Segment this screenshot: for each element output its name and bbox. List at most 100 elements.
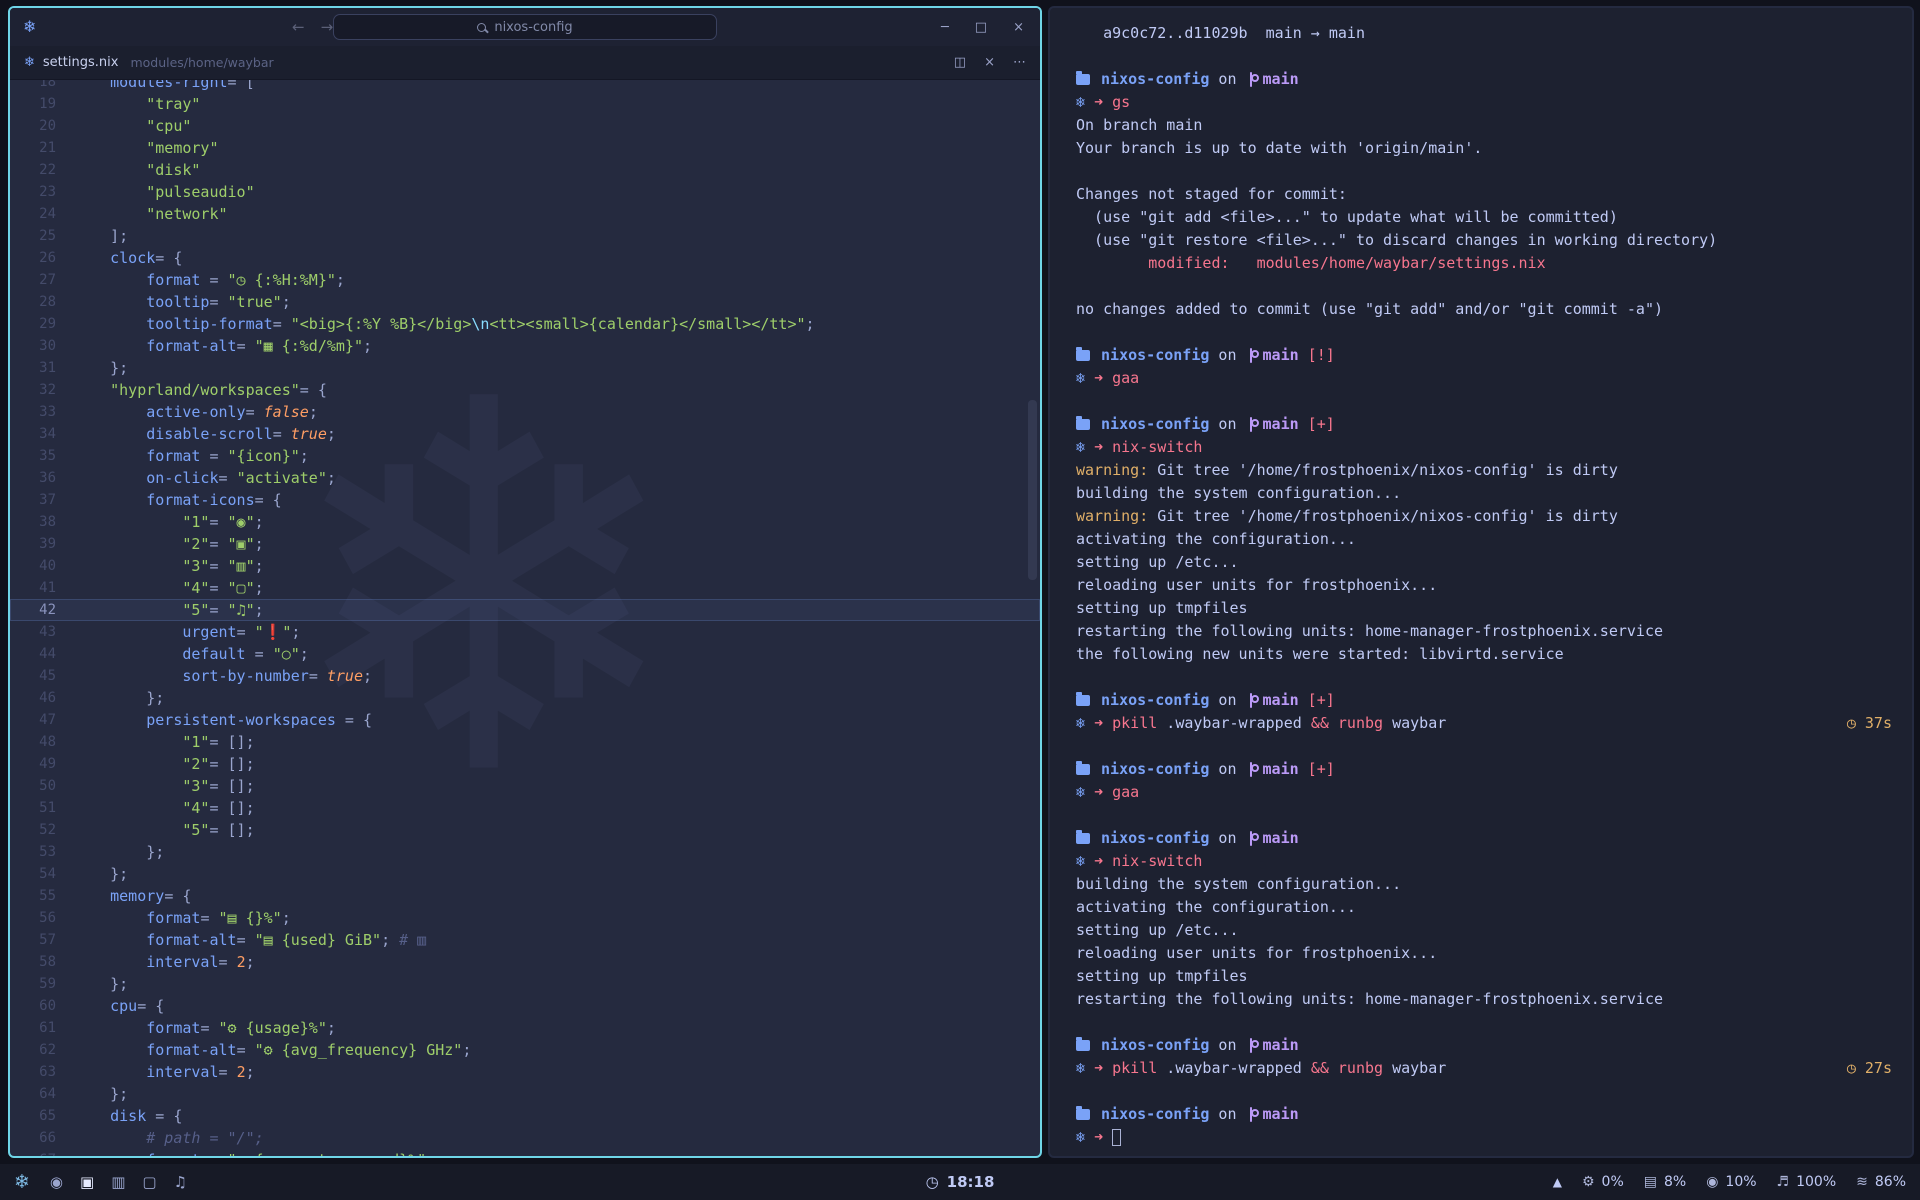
editor-scrollbar[interactable] bbox=[1028, 400, 1037, 580]
cpu-value: 0% bbox=[1602, 1174, 1624, 1190]
terminal-line: a9c0c72..d11029b main → main bbox=[1076, 22, 1912, 45]
disk-module[interactable]: ◉10% bbox=[1706, 1174, 1756, 1190]
terminal-line: nixos-config on main bbox=[1076, 1034, 1912, 1057]
code-line[interactable]: 55 memory= { bbox=[10, 885, 1040, 907]
code-line[interactable]: 40 "3"= "▥"; bbox=[10, 555, 1040, 577]
code-line[interactable]: 59 }; bbox=[10, 973, 1040, 995]
terminal-line bbox=[1076, 666, 1912, 689]
code-line[interactable]: 18 modules-right= [ bbox=[10, 80, 1040, 93]
code-editor[interactable]: ❄ 18 modules-right= [19 "tray"20 "cpu"21… bbox=[10, 80, 1040, 1156]
code-line[interactable]: 26 clock= { bbox=[10, 247, 1040, 269]
code-line[interactable]: 41 "4"= "▢"; bbox=[10, 577, 1040, 599]
workspace-button-5[interactable]: ♫ bbox=[174, 1173, 187, 1191]
clock-module[interactable]: ◷ 18:18 bbox=[926, 1173, 995, 1191]
line-number: 41 bbox=[10, 577, 56, 599]
nixos-menu-icon[interactable]: ❄ bbox=[14, 1171, 30, 1193]
code-line[interactable]: 49 "2"= []; bbox=[10, 753, 1040, 775]
code-line[interactable]: 67 format = "◉ {percentage_used}%"; bbox=[10, 1149, 1040, 1156]
code-line[interactable]: 29 tooltip-format= "<big>{:%Y %B}</big>\… bbox=[10, 313, 1040, 335]
code-line[interactable]: 60 cpu= { bbox=[10, 995, 1040, 1017]
code-line[interactable]: 56 format= "▤ {}%"; bbox=[10, 907, 1040, 929]
back-button[interactable]: ← bbox=[292, 18, 305, 36]
code-line[interactable]: 47 persistent-workspaces = { bbox=[10, 709, 1040, 731]
workspace-button-3[interactable]: ▥ bbox=[111, 1173, 125, 1191]
code-line[interactable]: 28 tooltip= "true"; bbox=[10, 291, 1040, 313]
line-number: 20 bbox=[10, 115, 56, 137]
code-line[interactable]: 65 disk = { bbox=[10, 1105, 1040, 1127]
code-line[interactable]: 46 }; bbox=[10, 687, 1040, 709]
terminal-window[interactable]: a9c0c72..d11029b main → main nixos-confi… bbox=[1048, 6, 1914, 1158]
close-button[interactable]: × bbox=[1013, 20, 1024, 35]
code-line[interactable]: 24 "network" bbox=[10, 203, 1040, 225]
code-line[interactable]: 42 "5"= "♫"; bbox=[10, 599, 1040, 621]
memory-module[interactable]: ▤8% bbox=[1644, 1174, 1686, 1190]
code-line[interactable]: 44 default = "○"; bbox=[10, 643, 1040, 665]
close-tab-button[interactable]: × bbox=[984, 55, 995, 70]
code-line[interactable]: 54 }; bbox=[10, 863, 1040, 885]
terminal-line: ❄ ➜ gs bbox=[1076, 91, 1912, 114]
code-line[interactable]: 57 format-alt= "▤ {used} GiB"; # ▥ bbox=[10, 929, 1040, 951]
code-line[interactable]: 66 # path = "/"; bbox=[10, 1127, 1040, 1149]
terminal-line: nixos-config on main [+] bbox=[1076, 758, 1912, 781]
maximize-button[interactable]: □ bbox=[975, 20, 987, 35]
workspace-button-4[interactable]: ▢ bbox=[142, 1173, 156, 1191]
code-line[interactable]: 23 "pulseaudio" bbox=[10, 181, 1040, 203]
code-line[interactable]: 62 format-alt= "⚙ {avg_frequency} GHz"; bbox=[10, 1039, 1040, 1061]
line-number: 40 bbox=[10, 555, 56, 577]
terminal-line bbox=[1076, 160, 1912, 183]
code-line[interactable]: 19 "tray" bbox=[10, 93, 1040, 115]
code-line[interactable]: 35 format = "{icon}"; bbox=[10, 445, 1040, 467]
line-number: 54 bbox=[10, 863, 56, 885]
tab-settings-nix[interactable]: ❄ settings.nix modules/home/waybar bbox=[24, 55, 274, 70]
code-line[interactable]: 36 on-click= "activate"; bbox=[10, 467, 1040, 489]
line-number: 38 bbox=[10, 511, 56, 533]
network-module[interactable]: ≋86% bbox=[1856, 1174, 1906, 1190]
line-number: 67 bbox=[10, 1149, 56, 1156]
code-line[interactable]: 33 active-only= false; bbox=[10, 401, 1040, 423]
memory-icon: ▤ bbox=[1644, 1174, 1657, 1190]
line-number: 43 bbox=[10, 621, 56, 643]
code-line[interactable]: 63 interval= 2; bbox=[10, 1061, 1040, 1083]
code-line[interactable]: 34 disable-scroll= true; bbox=[10, 423, 1040, 445]
terminal-line: ❄ ➜ pkill .waybar-wrapped && runbg wayba… bbox=[1076, 1057, 1912, 1080]
terminal-line: ❄ ➜ nix-switch bbox=[1076, 850, 1912, 873]
tray-icon[interactable]: ▲ bbox=[1553, 1175, 1562, 1189]
code-line[interactable]: 37 format-icons= { bbox=[10, 489, 1040, 511]
code-line[interactable]: 27 format = "◷ {:%H:%M}"; bbox=[10, 269, 1040, 291]
code-line[interactable]: 22 "disk" bbox=[10, 159, 1040, 181]
code-line[interactable]: 52 "5"= []; bbox=[10, 819, 1040, 841]
line-number: 22 bbox=[10, 159, 56, 181]
command-palette-search[interactable]: nixos-config bbox=[333, 14, 717, 40]
minimize-button[interactable]: ─ bbox=[941, 20, 949, 35]
volume-module[interactable]: ♬100% bbox=[1777, 1174, 1837, 1190]
code-line[interactable]: 53 }; bbox=[10, 841, 1040, 863]
code-line[interactable]: 20 "cpu" bbox=[10, 115, 1040, 137]
code-line[interactable]: 21 "memory" bbox=[10, 137, 1040, 159]
code-line[interactable]: 43 urgent= "❗"; bbox=[10, 621, 1040, 643]
code-line[interactable]: 64 }; bbox=[10, 1083, 1040, 1105]
code-line[interactable]: 39 "2"= "▣"; bbox=[10, 533, 1040, 555]
line-number: 64 bbox=[10, 1083, 56, 1105]
workspace-button-2[interactable]: ▣ bbox=[80, 1173, 94, 1191]
code-line[interactable]: 32 "hyprland/workspaces"= { bbox=[10, 379, 1040, 401]
workspace-switcher: ◉ ▣ ▥ ▢ ♫ bbox=[50, 1173, 187, 1191]
forward-button[interactable]: → bbox=[321, 18, 334, 36]
code-line[interactable]: 31 }; bbox=[10, 357, 1040, 379]
code-line[interactable]: 61 format= "⚙ {usage}%"; bbox=[10, 1017, 1040, 1039]
bar-modules: ⚙0% ▤8% ◉10% ♬100% ≋86% bbox=[1582, 1174, 1906, 1190]
terminal-line: ❄ ➜ nix-switch bbox=[1076, 436, 1912, 459]
code-line[interactable]: 51 "4"= []; bbox=[10, 797, 1040, 819]
code-line[interactable]: 45 sort-by-number= true; bbox=[10, 665, 1040, 687]
more-actions-button[interactable]: ⋯ bbox=[1013, 55, 1026, 70]
code-line[interactable]: 25 ]; bbox=[10, 225, 1040, 247]
code-line[interactable]: 58 interval= 2; bbox=[10, 951, 1040, 973]
terminal-line: restarting the following units: home-man… bbox=[1076, 620, 1912, 643]
split-editor-button[interactable]: ◫ bbox=[954, 55, 966, 70]
code-line[interactable]: 30 format-alt= "▦ {:%d/%m}"; bbox=[10, 335, 1040, 357]
workspace-button-1[interactable]: ◉ bbox=[50, 1173, 63, 1191]
code-line[interactable]: 38 "1"= "◉"; bbox=[10, 511, 1040, 533]
terminal-line: nixos-config on main [+] bbox=[1076, 413, 1912, 436]
cpu-module[interactable]: ⚙0% bbox=[1582, 1174, 1624, 1190]
code-line[interactable]: 48 "1"= []; bbox=[10, 731, 1040, 753]
code-line[interactable]: 50 "3"= []; bbox=[10, 775, 1040, 797]
